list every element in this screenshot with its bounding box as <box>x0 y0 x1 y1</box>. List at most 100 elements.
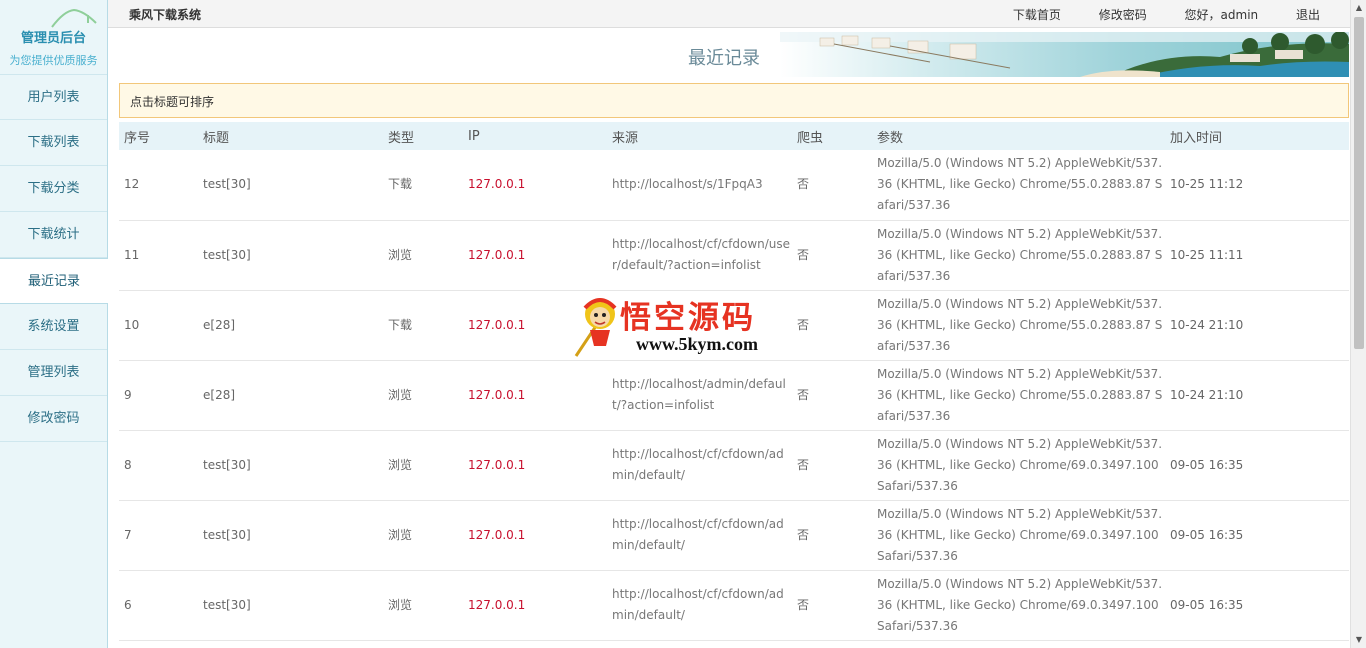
cell-title: e[28] <box>203 317 236 332</box>
cell-ip: 127.0.0.1 <box>468 387 526 402</box>
download-home-link[interactable]: 下载首页 <box>1013 8 1061 22</box>
sidebar-item-admin-list[interactable]: 管理列表 <box>0 350 107 396</box>
cell-source: http://localhost/cf/cfdown/admin/default… <box>612 447 784 482</box>
cell-added-time: 09-05 16:35 <box>1170 457 1244 472</box>
cell-id: 6 <box>124 597 132 612</box>
cell-params: Mozilla/5.0 (Windows NT 5.2) AppleWebKit… <box>877 436 1163 493</box>
watermark-text: 悟空源码 <box>620 300 756 336</box>
cell-source: http://localhost/cf/cfdown/user/default/… <box>612 237 791 272</box>
sidebar-item-download-category[interactable]: 下载分类 <box>0 166 107 212</box>
scroll-thumb[interactable] <box>1354 17 1364 349</box>
top-bar: 乘风下载系统 下载首页 修改密码 您好，admin 退出 <box>108 0 1350 28</box>
cell-type: 浏览 <box>388 247 413 262</box>
cell-type: 浏览 <box>388 457 413 472</box>
cell-type: 下载 <box>388 177 413 192</box>
cell-ip: 127.0.0.1 <box>468 457 526 472</box>
cell-ip: 127.0.0.1 <box>468 177 526 192</box>
table-header-row: 序号 标题 类型 IP 来源 爬虫 参数 加入时间 <box>119 122 1349 150</box>
user-greeting[interactable]: 您好，admin <box>1185 8 1259 22</box>
column-header-source[interactable]: 来源 <box>607 122 792 150</box>
sort-hint-notice: 点击标题可排序 <box>119 83 1349 118</box>
cell-ip: 127.0.0.1 <box>468 247 526 262</box>
house-roof-logo-icon <box>51 8 97 28</box>
cell-title: test[30] <box>203 177 251 192</box>
sidebar-item-recent-records[interactable]: 最近记录 <box>0 258 108 304</box>
cell-source: http://localhost/admin/default/?action=i… <box>612 377 786 412</box>
scroll-down-arrow-icon[interactable]: ▼ <box>1351 632 1366 648</box>
records-table: 序号 标题 类型 IP 来源 爬虫 参数 加入时间 12 test[30] 下载… <box>119 122 1349 641</box>
cell-params: Mozilla/5.0 (Windows NT 5.2) AppleWebKit… <box>877 506 1163 563</box>
cell-source: http://localhost/cf/cfdown/admin/default… <box>612 517 784 552</box>
page-title: 最近记录 <box>688 48 760 69</box>
page-banner: 最近记录 <box>108 32 1349 77</box>
cell-params: Mozilla/5.0 (Windows NT 5.2) AppleWebKit… <box>877 156 1163 213</box>
cell-params: Mozilla/5.0 (Windows NT 5.2) AppleWebKit… <box>877 296 1163 353</box>
cell-id: 9 <box>124 387 132 402</box>
sidebar: 管理员后台 为您提供优质服务 用户列表 下载列表 下载分类 下载统计 最近记录 … <box>0 0 108 648</box>
cell-type: 浏览 <box>388 387 413 402</box>
cell-params: Mozilla/5.0 (Windows NT 5.2) AppleWebKit… <box>877 226 1163 283</box>
cell-crawler: 否 <box>797 177 810 192</box>
column-header-title[interactable]: 标题 <box>198 122 383 150</box>
brand: 管理员后台 为您提供优质服务 <box>0 0 107 74</box>
beach-resort-banner-image <box>780 32 1349 77</box>
cell-added-time: 09-05 16:35 <box>1170 527 1244 542</box>
column-header-type[interactable]: 类型 <box>383 122 463 150</box>
column-header-crawler[interactable]: 爬虫 <box>792 122 872 150</box>
table-row: 9 e[28] 浏览 127.0.0.1 http://localhost/ad… <box>119 360 1349 430</box>
cell-added-time: 10-24 21:10 <box>1170 387 1244 402</box>
brand-title: 管理员后台 <box>20 31 86 46</box>
logout-link[interactable]: 退出 <box>1296 8 1320 22</box>
watermark-url: www.5kym.com <box>636 334 758 354</box>
cell-crawler: 否 <box>797 247 810 262</box>
sidebar-nav: 用户列表 下载列表 下载分类 下载统计 最近记录 系统设置 管理列表 修改密码 <box>0 74 108 442</box>
cell-crawler: 否 <box>797 527 810 542</box>
table-row: 6 test[30] 浏览 127.0.0.1 http://localhost… <box>119 570 1349 640</box>
vertical-scrollbar[interactable]: ▲ ▼ <box>1350 0 1366 648</box>
column-header-ip[interactable]: IP <box>463 122 607 150</box>
cell-id: 12 <box>124 177 140 192</box>
cell-id: 11 <box>124 247 140 262</box>
watermark: 悟空源码 www.5kym.com <box>570 290 805 360</box>
cell-params: Mozilla/5.0 (Windows NT 5.2) AppleWebKit… <box>877 366 1163 423</box>
cell-title: test[30] <box>203 527 251 542</box>
cell-title: test[30] <box>203 597 251 612</box>
sidebar-item-download-stats[interactable]: 下载统计 <box>0 212 107 258</box>
cell-added-time: 10-24 21:10 <box>1170 317 1244 332</box>
system-name: 乘风下载系统 <box>129 8 202 22</box>
cell-title: test[30] <box>203 457 251 472</box>
cell-title: test[30] <box>203 247 251 262</box>
cell-crawler: 否 <box>797 387 810 402</box>
cell-added-time: 10-25 11:12 <box>1170 177 1244 192</box>
monkey-mascot-icon <box>574 298 617 357</box>
sidebar-item-system-settings[interactable]: 系统设置 <box>0 304 107 350</box>
sidebar-item-change-password[interactable]: 修改密码 <box>0 396 107 442</box>
cell-type: 浏览 <box>388 597 413 612</box>
column-header-id[interactable]: 序号 <box>119 122 198 150</box>
cell-source: http://localhost/s/1FpqA3 <box>612 177 763 192</box>
column-header-added-time[interactable]: 加入时间 <box>1165 122 1349 150</box>
change-password-link[interactable]: 修改密码 <box>1099 8 1147 22</box>
table-row: 8 test[30] 浏览 127.0.0.1 http://localhost… <box>119 430 1349 500</box>
scroll-up-arrow-icon[interactable]: ▲ <box>1351 0 1366 16</box>
cell-id: 7 <box>124 527 132 542</box>
cell-ip: 127.0.0.1 <box>468 527 526 542</box>
sidebar-item-download-list[interactable]: 下载列表 <box>0 120 107 166</box>
sidebar-item-user-list[interactable]: 用户列表 <box>0 74 107 120</box>
cell-crawler: 否 <box>797 457 810 472</box>
table-row: 7 test[30] 浏览 127.0.0.1 http://localhost… <box>119 500 1349 570</box>
cell-added-time: 10-25 11:11 <box>1170 247 1244 262</box>
cell-added-time: 09-05 16:35 <box>1170 597 1244 612</box>
column-header-params[interactable]: 参数 <box>872 122 1165 150</box>
cell-ip: 127.0.0.1 <box>468 597 526 612</box>
top-links: 下载首页 修改密码 您好，admin 退出 <box>979 6 1320 23</box>
cell-title: e[28] <box>203 387 236 402</box>
table-row: 11 test[30] 浏览 127.0.0.1 http://localhos… <box>119 220 1349 290</box>
cell-source: http://localhost/cf/cfdown/admin/default… <box>612 587 784 622</box>
cell-type: 浏览 <box>388 527 413 542</box>
cell-params: Mozilla/5.0 (Windows NT 5.2) AppleWebKit… <box>877 576 1163 633</box>
table-row: 12 test[30] 下载 127.0.0.1 http://localhos… <box>119 150 1349 220</box>
cell-crawler: 否 <box>797 597 810 612</box>
cell-id: 10 <box>124 317 140 332</box>
cell-id: 8 <box>124 457 132 472</box>
